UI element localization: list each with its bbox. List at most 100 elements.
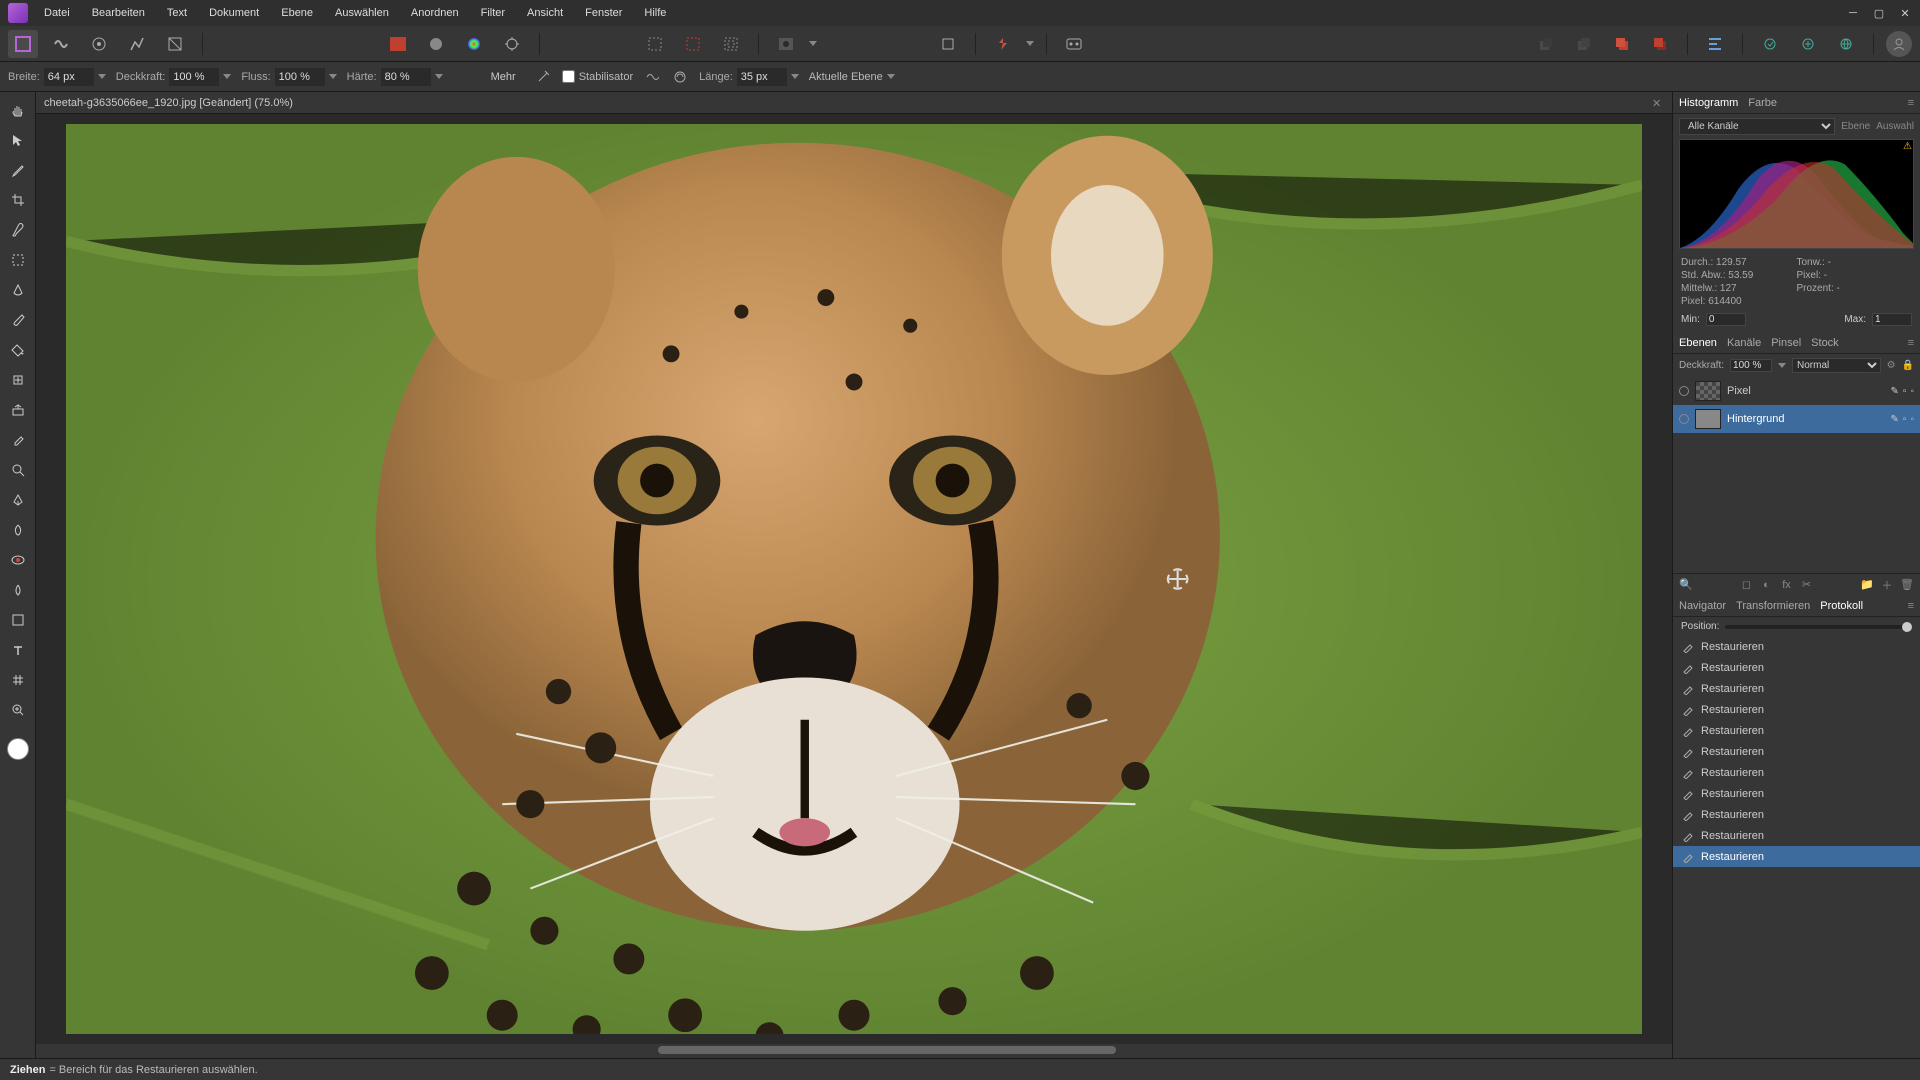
clone-tool[interactable] xyxy=(6,398,30,422)
histogram-menu-icon[interactable]: ≡ xyxy=(1908,97,1914,109)
flood-select-tool[interactable] xyxy=(6,278,30,302)
blend-mode-select[interactable]: Normal xyxy=(1792,358,1881,373)
transform-tab[interactable]: Transformieren xyxy=(1736,600,1810,612)
autocontrast-button[interactable] xyxy=(459,30,489,58)
autolevels-button[interactable] xyxy=(421,30,451,58)
persona-photo-button[interactable] xyxy=(8,30,38,58)
layer-lock-small-icon[interactable]: ▫ xyxy=(1903,414,1907,425)
history-item[interactable]: Restaurieren xyxy=(1673,762,1920,783)
account-avatar[interactable] xyxy=(1886,31,1912,57)
snap-button[interactable] xyxy=(988,30,1018,58)
add-layer-icon[interactable]: ＋ xyxy=(1880,578,1894,592)
fx-icon[interactable]: fx xyxy=(1780,578,1794,592)
order-front-button[interactable] xyxy=(1645,30,1675,58)
color-picker-tool[interactable] xyxy=(6,158,30,182)
menu-dokument[interactable]: Dokument xyxy=(205,5,263,21)
hist-layer-tab[interactable]: Ebene xyxy=(1841,121,1870,132)
move-tool[interactable] xyxy=(6,128,30,152)
layer-row[interactable]: Hintergrund ✎▫◦ xyxy=(1673,405,1920,433)
pen-tool[interactable] xyxy=(6,488,30,512)
color-swatch[interactable] xyxy=(7,738,29,760)
stock-tab[interactable]: Stock xyxy=(1811,337,1839,349)
sync-button[interactable] xyxy=(1755,30,1785,58)
document-tab[interactable]: cheetah-g3635066ee_1920.jpg [Geändert] (… xyxy=(44,97,293,109)
max-input[interactable] xyxy=(1872,313,1912,326)
opacity-input[interactable] xyxy=(169,68,219,86)
align-button[interactable] xyxy=(1700,30,1730,58)
healing-brush-tool[interactable] xyxy=(6,368,30,392)
order-backone-button[interactable] xyxy=(1569,30,1599,58)
menu-filter[interactable]: Filter xyxy=(477,5,509,21)
hardness-dropdown[interactable] xyxy=(435,74,443,79)
length-dropdown[interactable] xyxy=(791,74,799,79)
selection-sub-button[interactable] xyxy=(716,30,746,58)
quickmask-dropdown[interactable] xyxy=(809,41,817,46)
zoom-tool[interactable] xyxy=(6,698,30,722)
autowb-button[interactable] xyxy=(497,30,527,58)
layers-tab[interactable]: Ebenen xyxy=(1679,337,1717,349)
color-tab[interactable]: Farbe xyxy=(1748,97,1777,109)
crop-toggle-button[interactable] xyxy=(933,30,963,58)
canvas-viewport[interactable] xyxy=(36,114,1672,1044)
dodge-tool[interactable] xyxy=(6,458,30,482)
menu-hilfe[interactable]: Hilfe xyxy=(640,5,670,21)
rope-mode-icon[interactable] xyxy=(643,68,661,86)
menu-anordnen[interactable]: Anordnen xyxy=(407,5,463,21)
history-item[interactable]: Restaurieren xyxy=(1673,657,1920,678)
persona-tone-button[interactable] xyxy=(122,30,152,58)
cloud-add-button[interactable] xyxy=(1793,30,1823,58)
channels-tab[interactable]: Kanäle xyxy=(1727,337,1761,349)
length-input[interactable] xyxy=(737,68,787,86)
fill-tool[interactable] xyxy=(6,338,30,362)
menu-datei[interactable]: Datei xyxy=(40,5,74,21)
layer-settings-icon[interactable]: ⚙ xyxy=(1887,360,1896,371)
flow-input[interactable] xyxy=(275,68,325,86)
erase-tool[interactable] xyxy=(6,428,30,452)
histogram-tab[interactable]: Histogramm xyxy=(1679,97,1738,109)
brush-settings-icon[interactable] xyxy=(534,68,552,86)
layer-visibility-icon[interactable] xyxy=(1679,414,1689,424)
minimize-button[interactable]: ─ xyxy=(1846,6,1860,20)
delete-layer-icon[interactable]: 🗑 xyxy=(1900,578,1914,592)
layer-link-icon[interactable]: ◦ xyxy=(1910,414,1914,425)
history-slider[interactable] xyxy=(1725,625,1912,629)
history-item[interactable]: Restaurieren xyxy=(1673,636,1920,657)
current-layer-dropdown[interactable] xyxy=(887,74,895,79)
history-item[interactable]: Restaurieren xyxy=(1673,846,1920,867)
marquee-tool[interactable] xyxy=(6,248,30,272)
autocolor-button[interactable] xyxy=(383,30,413,58)
history-item[interactable]: Restaurieren xyxy=(1673,699,1920,720)
order-frontone-button[interactable] xyxy=(1607,30,1637,58)
history-item[interactable]: Restaurieren xyxy=(1673,720,1920,741)
mesh-tool[interactable] xyxy=(6,668,30,692)
menu-ansicht[interactable]: Ansicht xyxy=(523,5,567,21)
flow-dropdown[interactable] xyxy=(329,74,337,79)
current-layer-select[interactable]: Aktuelle Ebene xyxy=(809,71,883,83)
menu-auswählen[interactable]: Auswählen xyxy=(331,5,393,21)
persona-export-button[interactable] xyxy=(160,30,190,58)
layer-opacity-dropdown[interactable] xyxy=(1778,363,1786,368)
channel-select[interactable]: Alle Kanäle xyxy=(1679,118,1835,135)
window-mode-icon[interactable] xyxy=(671,68,689,86)
width-dropdown[interactable] xyxy=(98,74,106,79)
layer-lock-small-icon[interactable]: ▫ xyxy=(1903,386,1907,397)
persona-liquify-button[interactable] xyxy=(46,30,76,58)
layer-lock-icon[interactable]: 🔒 xyxy=(1902,360,1914,371)
layer-edit-icon[interactable]: ✎ xyxy=(1891,414,1899,425)
group-icon[interactable]: 📁 xyxy=(1860,578,1874,592)
order-back-button[interactable] xyxy=(1531,30,1561,58)
history-item[interactable]: Restaurieren xyxy=(1673,678,1920,699)
quickmask-button[interactable] xyxy=(771,30,801,58)
opacity-dropdown[interactable] xyxy=(223,74,231,79)
selection-add-button[interactable] xyxy=(678,30,708,58)
selection-new-button[interactable] xyxy=(640,30,670,58)
crop-layer-icon[interactable]: ✂ xyxy=(1800,578,1814,592)
tab-close-icon[interactable]: ✕ xyxy=(1652,97,1664,109)
mask-icon[interactable]: ◻ xyxy=(1740,578,1754,592)
menu-ebene[interactable]: Ebene xyxy=(277,5,317,21)
layer-row[interactable]: Pixel ✎▫◦ xyxy=(1673,377,1920,405)
blur-tool[interactable] xyxy=(6,578,30,602)
menu-text[interactable]: Text xyxy=(163,5,191,21)
more-button[interactable]: Mehr xyxy=(483,69,524,85)
text-tool[interactable] xyxy=(6,638,30,662)
